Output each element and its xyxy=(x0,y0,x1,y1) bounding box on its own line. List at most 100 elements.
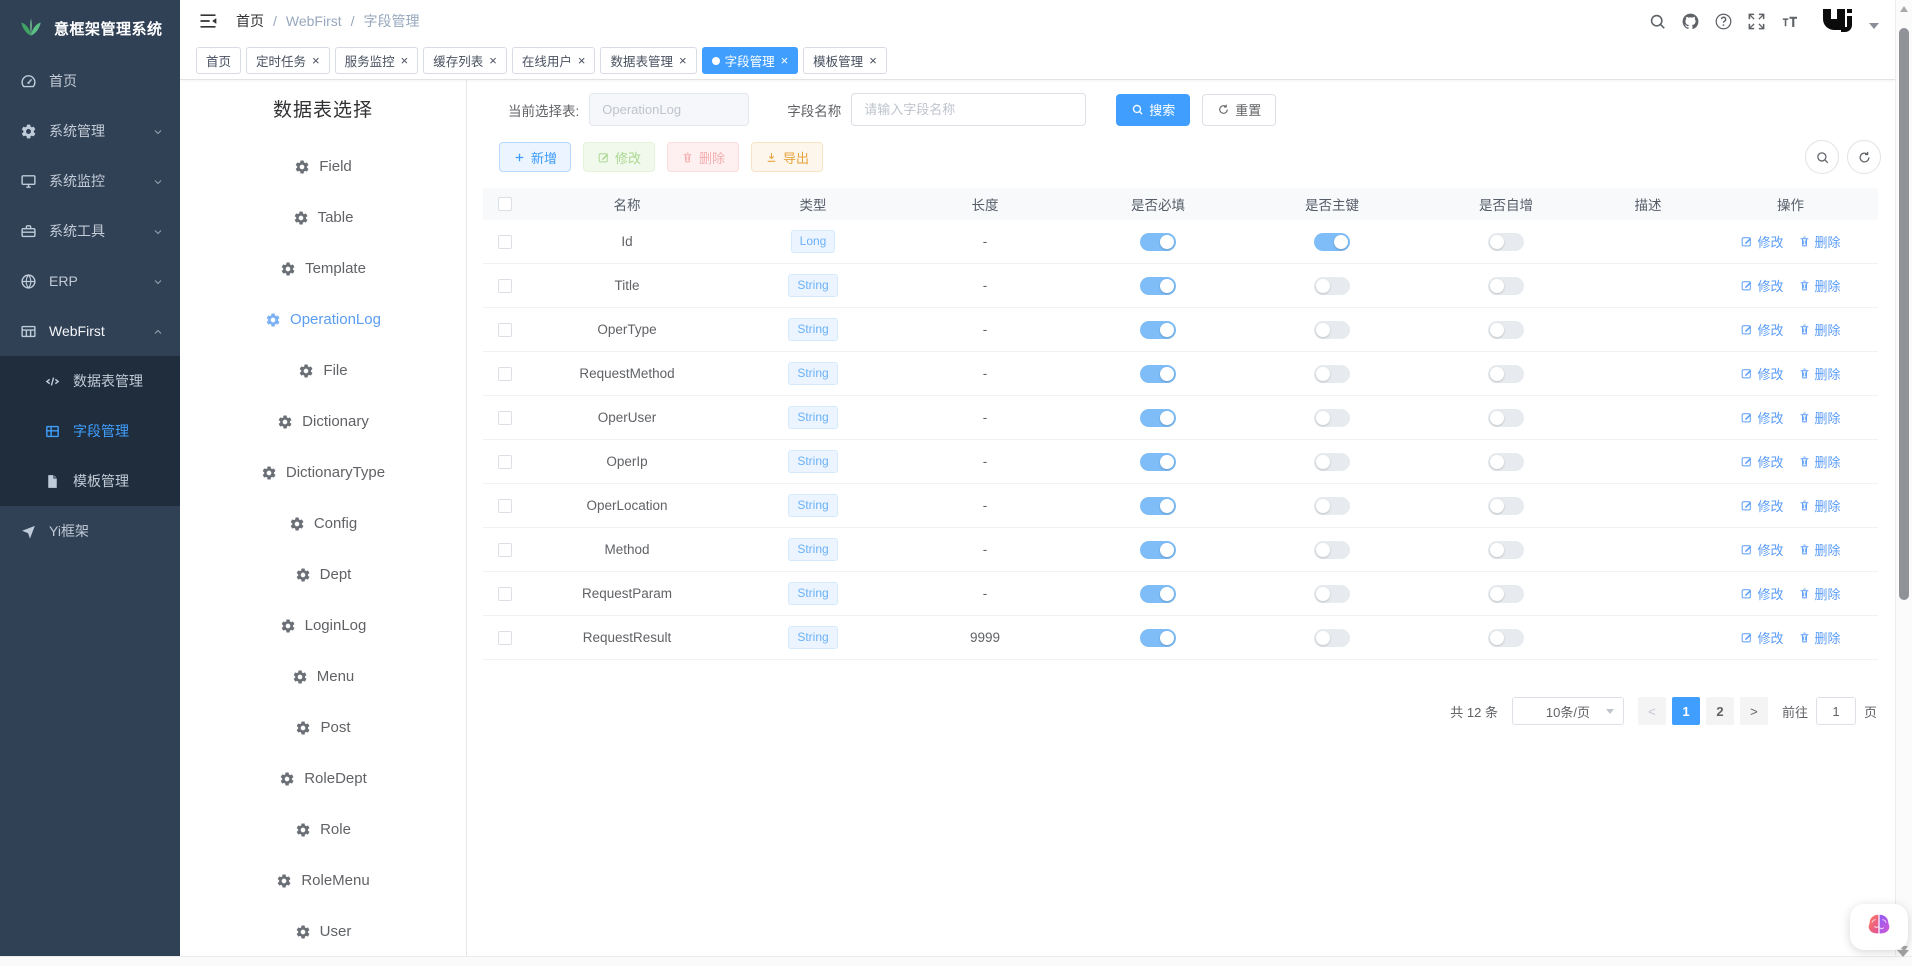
select-all-checkbox[interactable] xyxy=(498,197,512,211)
page-size-select[interactable]: 10条/页 xyxy=(1512,697,1624,725)
avatar[interactable] xyxy=(1819,6,1855,36)
search-icon[interactable] xyxy=(1648,12,1667,31)
page-button-1[interactable]: 1 xyxy=(1672,697,1700,725)
auto-increment-toggle[interactable] xyxy=(1488,585,1524,603)
required-toggle[interactable] xyxy=(1140,365,1176,383)
primary-key-toggle[interactable] xyxy=(1314,541,1350,559)
table-refresh-icon[interactable] xyxy=(1847,140,1881,174)
delete-link[interactable]: 删除 xyxy=(1798,496,1841,515)
table-search-icon[interactable] xyxy=(1805,140,1839,174)
auto-increment-toggle[interactable] xyxy=(1488,365,1524,383)
sidebar-item-webfirst[interactable]: WebFirst xyxy=(0,306,180,356)
edit-link[interactable]: 修改 xyxy=(1740,584,1783,603)
chevron-down-icon[interactable] xyxy=(1869,23,1879,29)
horizontal-scrollbar[interactable] xyxy=(0,956,1912,966)
edit-link[interactable]: 修改 xyxy=(1740,540,1783,559)
breadcrumb-item[interactable]: WebFirst xyxy=(286,13,342,29)
close-icon[interactable]: × xyxy=(869,54,877,67)
auto-increment-toggle[interactable] xyxy=(1488,321,1524,339)
sidebar-item-template-mgmt[interactable]: 模板管理 xyxy=(0,456,180,506)
required-toggle[interactable] xyxy=(1140,541,1176,559)
row-checkbox[interactable] xyxy=(498,279,512,293)
tree-item-Dept[interactable]: Dept xyxy=(180,549,466,600)
required-toggle[interactable] xyxy=(1140,585,1176,603)
close-icon[interactable]: × xyxy=(578,54,586,67)
fontsize-icon[interactable] xyxy=(1780,12,1799,31)
edit-link[interactable]: 修改 xyxy=(1740,364,1783,383)
required-toggle[interactable] xyxy=(1140,233,1176,251)
tab-模板管理[interactable]: 模板管理 × xyxy=(803,47,887,74)
primary-key-toggle[interactable] xyxy=(1314,277,1350,295)
sidebar-item-system-tools[interactable]: 系统工具 xyxy=(0,206,180,256)
sidebar-fold-icon[interactable] xyxy=(198,11,218,31)
tree-item-File[interactable]: File xyxy=(180,345,466,396)
auto-increment-toggle[interactable] xyxy=(1488,233,1524,251)
fullscreen-icon[interactable] xyxy=(1747,12,1766,31)
tree-item-Table[interactable]: Table xyxy=(180,192,466,243)
delete-link[interactable]: 删除 xyxy=(1798,320,1841,339)
field-name-input[interactable] xyxy=(851,93,1086,126)
tree-item-OperationLog[interactable]: OperationLog xyxy=(180,294,466,345)
sidebar-item-home[interactable]: 首页 xyxy=(0,56,180,106)
delete-link[interactable]: 删除 xyxy=(1798,232,1841,251)
sidebar-item-system-mgmt[interactable]: 系统管理 xyxy=(0,106,180,156)
tab-定时任务[interactable]: 定时任务 × xyxy=(246,47,330,74)
goto-page-input[interactable] xyxy=(1816,697,1856,725)
breadcrumb-item[interactable]: 首页 xyxy=(236,11,264,31)
sidebar-item-system-monitor[interactable]: 系统监控 xyxy=(0,156,180,206)
auto-increment-toggle[interactable] xyxy=(1488,541,1524,559)
primary-key-toggle[interactable] xyxy=(1314,365,1350,383)
row-checkbox[interactable] xyxy=(498,411,512,425)
auto-increment-toggle[interactable] xyxy=(1488,497,1524,515)
tree-item-RoleDept[interactable]: RoleDept xyxy=(180,753,466,804)
tree-item-Template[interactable]: Template xyxy=(180,243,466,294)
auto-increment-toggle[interactable] xyxy=(1488,629,1524,647)
delete-link[interactable]: 删除 xyxy=(1798,584,1841,603)
primary-key-toggle[interactable] xyxy=(1314,321,1350,339)
row-checkbox[interactable] xyxy=(498,323,512,337)
row-checkbox[interactable] xyxy=(498,543,512,557)
tree-item-RoleMenu[interactable]: RoleMenu xyxy=(180,855,466,906)
page-button-2[interactable]: 2 xyxy=(1706,697,1734,725)
required-toggle[interactable] xyxy=(1140,277,1176,295)
delete-link[interactable]: 删除 xyxy=(1798,628,1841,647)
close-icon[interactable]: × xyxy=(781,54,789,67)
app-logo[interactable]: 意框架管理系统 xyxy=(0,0,180,56)
primary-key-toggle[interactable] xyxy=(1314,409,1350,427)
search-button[interactable]: 搜索 xyxy=(1116,94,1190,126)
required-toggle[interactable] xyxy=(1140,497,1176,515)
tree-item-Menu[interactable]: Menu xyxy=(180,651,466,702)
close-icon[interactable]: × xyxy=(679,54,687,67)
auto-increment-toggle[interactable] xyxy=(1488,409,1524,427)
primary-key-toggle[interactable] xyxy=(1314,497,1350,515)
tab-缓存列表[interactable]: 缓存列表 × xyxy=(423,47,507,74)
required-toggle[interactable] xyxy=(1140,629,1176,647)
tab-服务监控[interactable]: 服务监控 × xyxy=(335,47,419,74)
prev-page-button[interactable]: < xyxy=(1638,697,1666,725)
sidebar-item-field-mgmt[interactable]: 字段管理 xyxy=(0,406,180,456)
tree-item-Dictionary[interactable]: Dictionary xyxy=(180,396,466,447)
tree-item-LoginLog[interactable]: LoginLog xyxy=(180,600,466,651)
close-icon[interactable]: × xyxy=(489,54,497,67)
tab-字段管理[interactable]: 字段管理 × xyxy=(702,47,799,74)
export-button[interactable]: 导出 xyxy=(751,142,823,172)
sidebar-item-erp[interactable]: ERP xyxy=(0,256,180,306)
delete-button[interactable]: 删除 xyxy=(667,142,739,172)
primary-key-toggle[interactable] xyxy=(1314,585,1350,603)
delete-link[interactable]: 删除 xyxy=(1798,364,1841,383)
github-icon[interactable] xyxy=(1681,12,1700,31)
primary-key-toggle[interactable] xyxy=(1314,453,1350,471)
help-icon[interactable] xyxy=(1714,12,1733,31)
delete-link[interactable]: 删除 xyxy=(1798,452,1841,471)
required-toggle[interactable] xyxy=(1140,321,1176,339)
edit-button[interactable]: 修改 xyxy=(583,142,655,172)
tree-item-Field[interactable]: Field xyxy=(180,141,466,192)
add-button[interactable]: 新增 xyxy=(499,142,571,172)
tab-首页[interactable]: 首页 xyxy=(196,47,241,74)
ai-assistant-button[interactable] xyxy=(1850,904,1908,950)
next-page-button[interactable]: > xyxy=(1740,697,1768,725)
close-icon[interactable]: × xyxy=(312,54,320,67)
close-icon[interactable]: × xyxy=(401,54,409,67)
sidebar-item-table-mgmt[interactable]: 数据表管理 xyxy=(0,356,180,406)
primary-key-toggle[interactable] xyxy=(1314,233,1350,251)
